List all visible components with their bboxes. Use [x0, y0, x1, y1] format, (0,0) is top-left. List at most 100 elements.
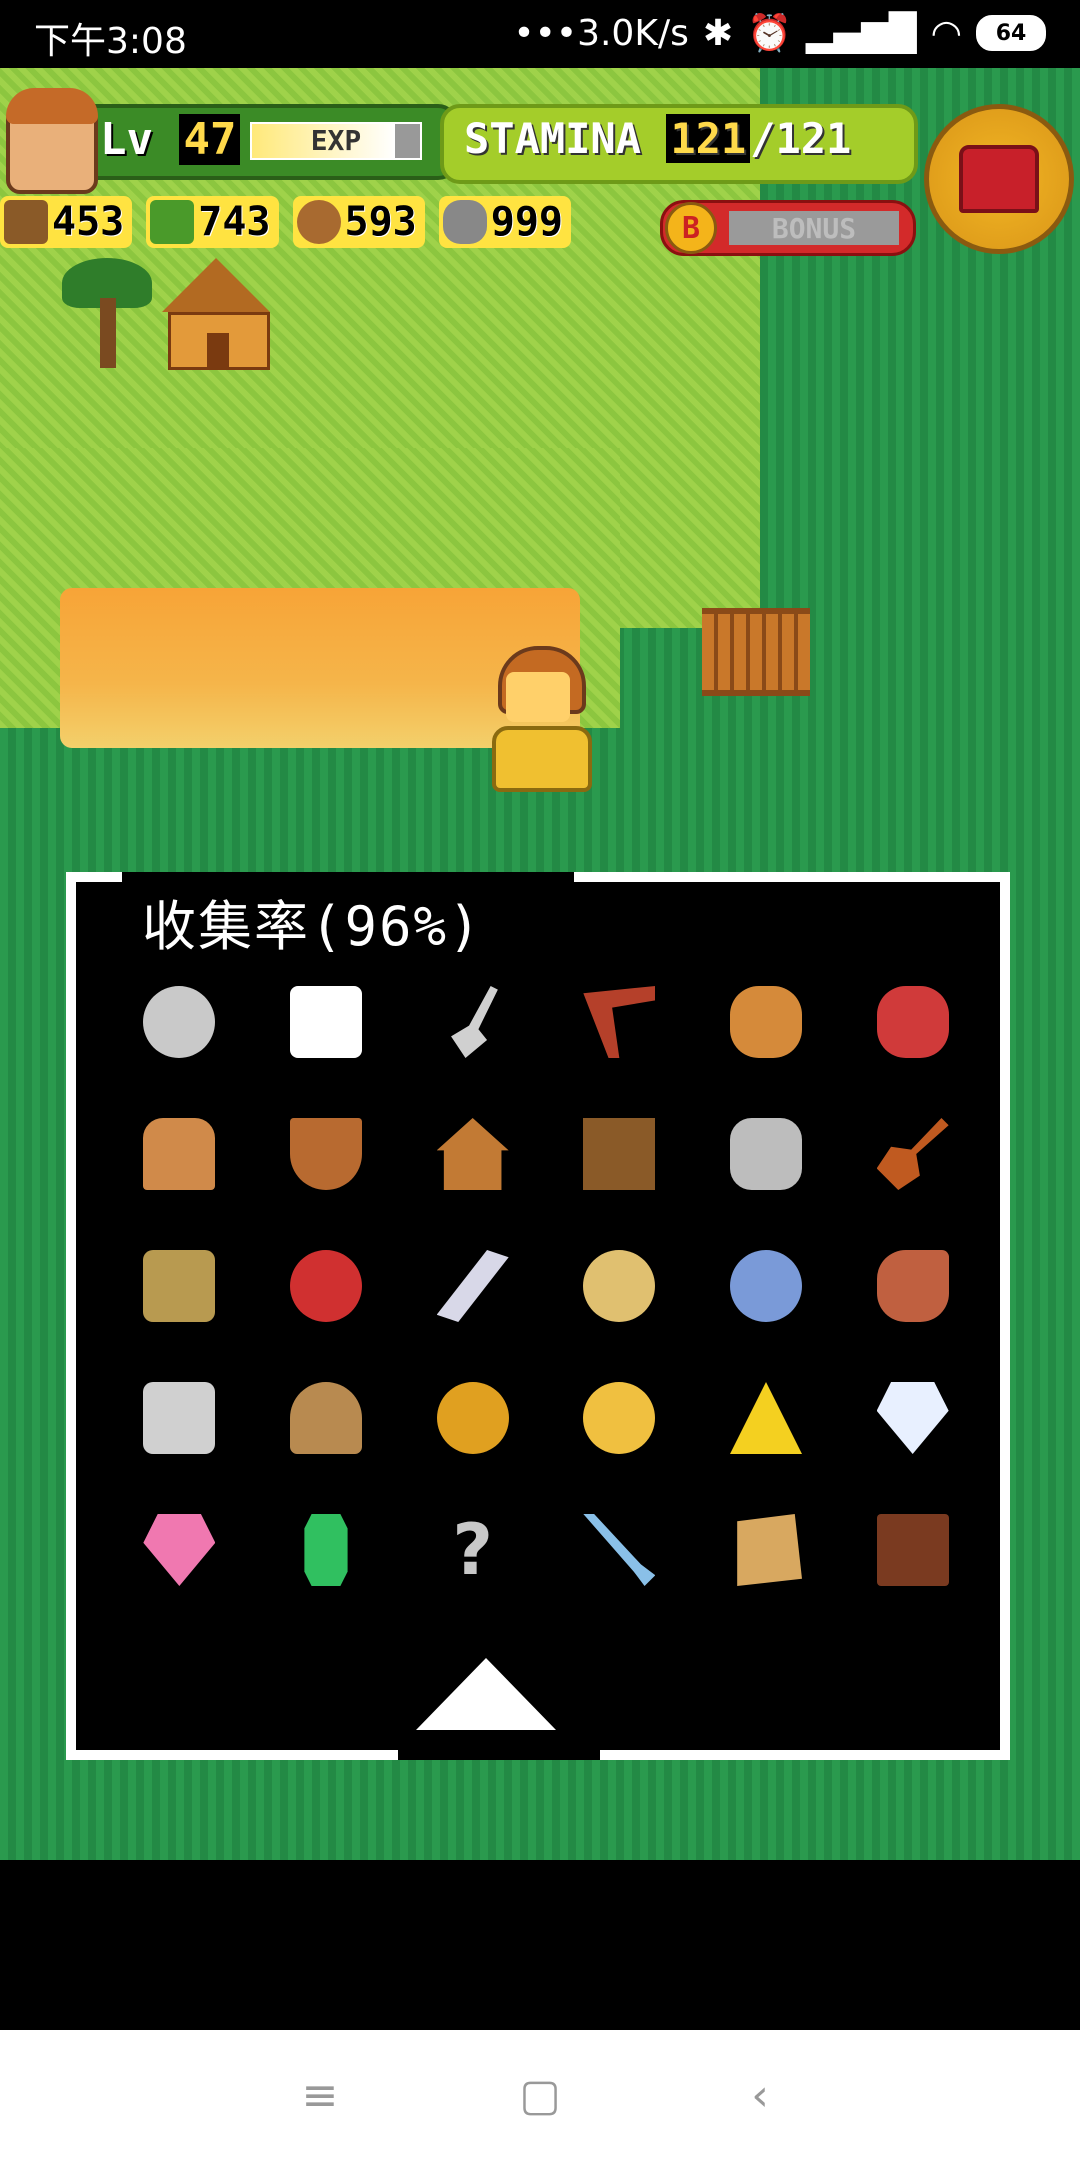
- collection-slot[interactable]: [399, 982, 546, 1062]
- system-nav-bar: ≡ ▢ ‹: [0, 2030, 1080, 2160]
- compass-icon: [143, 986, 216, 1058]
- stamina-label: STAMINA: [464, 114, 642, 163]
- collection-slot[interactable]: [253, 1510, 400, 1590]
- ruby-icon: [143, 1514, 216, 1586]
- collection-slot[interactable]: [253, 1114, 400, 1194]
- map-hut[interactable]: [162, 258, 270, 370]
- collection-slot[interactable]: [106, 1114, 253, 1194]
- hat-icon: [289, 1382, 362, 1454]
- collection-slot[interactable]: [106, 1378, 253, 1458]
- alarm-icon: ⏰: [747, 13, 792, 54]
- boat-icon: [289, 1118, 362, 1190]
- collection-slot[interactable]: [106, 982, 253, 1062]
- stamina-current: 121: [666, 114, 751, 163]
- stamina-display: STAMINA 121/121: [464, 114, 851, 163]
- exp-bar: EXP: [250, 122, 422, 160]
- boomerang-icon: [583, 986, 656, 1058]
- bonus-label: BONUS: [729, 211, 899, 245]
- bluetooth-icon: ✱: [702, 12, 733, 54]
- collection-slot[interactable]: [546, 1114, 693, 1194]
- book-icon: [876, 1514, 949, 1586]
- dice-icon: [289, 986, 362, 1058]
- fence-icon: [583, 1118, 656, 1190]
- collection-slot[interactable]: [106, 1246, 253, 1326]
- collection-grid: ?: [106, 982, 986, 1591]
- home-nav-icon[interactable]: ▢: [510, 2065, 570, 2125]
- collection-slot[interactable]: [399, 1378, 546, 1458]
- resource-row: 453 743 593 999: [0, 196, 571, 252]
- bicycle-icon: [289, 1250, 362, 1322]
- palm-tree[interactable]: [62, 258, 152, 368]
- game-world[interactable]: Lv 47 EXP STAMINA 121/121 453 743 593 99…: [0, 68, 1080, 1860]
- collection-slot[interactable]: [106, 1510, 253, 1590]
- net-icon: [729, 986, 802, 1058]
- menu-nav-icon[interactable]: ≡: [290, 2065, 350, 2125]
- player-avatar[interactable]: [6, 88, 98, 194]
- sword-icon: [583, 1514, 656, 1586]
- collection-slot[interactable]: [546, 982, 693, 1062]
- collection-slot[interactable]: [693, 1246, 840, 1326]
- unknown-icon: ?: [452, 1509, 493, 1591]
- level-display: Lv 47: [100, 114, 241, 165]
- collection-slot[interactable]: [399, 1114, 546, 1194]
- resource-nut: 593: [292, 196, 425, 248]
- magnifier-icon: [729, 1250, 802, 1322]
- logs-icon: [143, 1118, 216, 1190]
- resource-value: 743: [198, 199, 271, 245]
- wifi-icon: ◠: [930, 12, 962, 54]
- leaf-icon: [150, 200, 195, 244]
- scroll-up-arrow-icon[interactable]: [416, 1658, 556, 1730]
- collection-slot[interactable]: [693, 1378, 840, 1458]
- bonus-coin-icon: B: [665, 202, 717, 254]
- signal-icon: ▂▄▆█: [805, 12, 917, 54]
- resource-value: 999: [490, 199, 563, 245]
- map-fence[interactable]: [702, 608, 810, 696]
- guitar-icon: [876, 1118, 949, 1190]
- hut-icon: [436, 1118, 509, 1190]
- collection-slot[interactable]: [253, 982, 400, 1062]
- collection-slot[interactable]: [839, 1246, 986, 1326]
- player-character[interactable]: [488, 646, 592, 792]
- collection-slot[interactable]: [693, 982, 840, 1062]
- battery-icon: 64: [976, 15, 1046, 51]
- vacuum-icon: [876, 1250, 949, 1322]
- resource-stone: 999: [438, 196, 571, 248]
- status-time: 下午3:08: [34, 21, 187, 62]
- emerald-icon: [304, 1514, 348, 1586]
- collection-slot[interactable]: [253, 1246, 400, 1326]
- collection-slot[interactable]: [839, 1114, 986, 1194]
- resource-leaf: 743: [146, 196, 279, 248]
- collection-slot[interactable]: [399, 1246, 546, 1326]
- collection-slot[interactable]: [546, 1510, 693, 1590]
- stone-icon: [442, 200, 487, 244]
- back-nav-icon[interactable]: ‹: [730, 2065, 790, 2125]
- collection-slot[interactable]: [253, 1378, 400, 1458]
- camera-icon: [143, 1382, 216, 1454]
- collection-slot[interactable]: [839, 1510, 986, 1590]
- level-value: 47: [179, 114, 241, 165]
- tv-icon: [143, 1250, 216, 1322]
- collection-slot[interactable]: [693, 1114, 840, 1194]
- ring-icon: [436, 1382, 509, 1454]
- hand-mirror-icon: [583, 1250, 656, 1322]
- treasure-chest-button[interactable]: [924, 104, 1074, 254]
- gold-nugget-icon: [583, 1382, 656, 1454]
- nut-icon: [296, 200, 341, 244]
- comb-icon: [436, 1250, 509, 1322]
- collection-slot[interactable]: [839, 1378, 986, 1458]
- diamond-icon: [876, 1382, 949, 1454]
- stamina-max: /121: [750, 114, 852, 163]
- red-net-icon: [876, 986, 949, 1058]
- collection-slot[interactable]: [839, 982, 986, 1062]
- collection-slot[interactable]: ?: [399, 1509, 546, 1591]
- status-bar: 下午3:08 •••3.0K/s ✱ ⏰ ▂▄▆█ ◠ 64: [0, 0, 1080, 68]
- collection-slot[interactable]: [693, 1510, 840, 1590]
- network-speed: •••3.0K/s: [513, 12, 689, 54]
- treasure-chest-icon: [959, 145, 1039, 213]
- gold-pile-icon: [729, 1382, 802, 1454]
- collection-slot[interactable]: [546, 1246, 693, 1326]
- bonus-button[interactable]: B BONUS: [660, 200, 916, 256]
- branch-icon: [4, 200, 48, 244]
- collection-slot[interactable]: [546, 1378, 693, 1458]
- collection-title: 收集率(96%): [142, 895, 483, 958]
